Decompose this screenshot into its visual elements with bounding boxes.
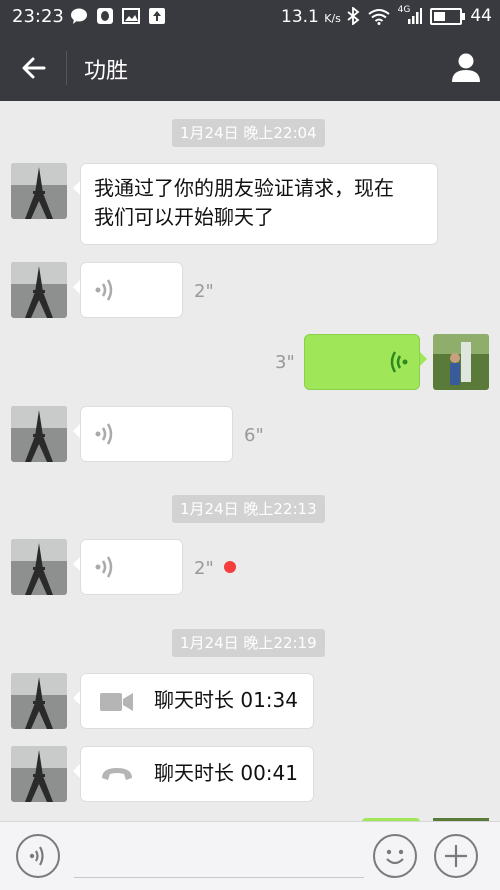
network-type: 4G	[397, 5, 411, 15]
voice-message-bubble[interactable]	[73, 406, 233, 462]
message-input[interactable]	[74, 877, 364, 878]
voice-wave-icon	[95, 423, 113, 445]
status-right: 4G 44	[346, 5, 492, 26]
voice-duration: 2"	[194, 558, 214, 579]
upload-icon	[149, 8, 165, 24]
input-bar	[0, 821, 500, 890]
chat-header: 功胜	[0, 34, 500, 101]
image-icon	[122, 8, 140, 24]
video-call-record[interactable]: 聊天时长 01:34	[73, 673, 314, 729]
user-photo-avatar-icon	[433, 334, 489, 390]
contact-avatar[interactable]	[11, 673, 67, 729]
voice-wave-icon	[95, 279, 113, 301]
my-voice-message-bubble[interactable]	[304, 334, 427, 390]
my-avatar[interactable]	[433, 334, 489, 390]
unread-indicator	[224, 561, 236, 573]
bluetooth-icon	[347, 7, 360, 25]
timestamp-badge: 1月24日 晚上22:13	[172, 495, 325, 523]
chat-area[interactable]: 1月24日 晚上22:04 我通过了你的朋友验证请求，现在 我们可以开始聊天了 …	[0, 101, 500, 823]
back-button[interactable]	[18, 52, 50, 84]
wifi-icon	[368, 8, 390, 25]
voice-wave-icon	[390, 351, 408, 373]
network-speed: 13.1 K/s	[281, 7, 341, 27]
plus-icon	[445, 845, 467, 867]
eiffel-tower-avatar-icon	[11, 673, 67, 729]
eiffel-tower-avatar-icon	[11, 262, 67, 318]
contact-avatar[interactable]	[11, 406, 67, 462]
message-bubble[interactable]: 我通过了你的朋友验证请求，现在 我们可以开始聊天了	[73, 163, 438, 245]
voice-input-button[interactable]	[16, 834, 60, 878]
contact-avatar[interactable]	[11, 746, 67, 802]
smiley-icon	[386, 849, 404, 865]
call-duration-label: 聊天时长 01:34	[154, 688, 298, 712]
status-bar: 23:23 13.1 K/s 4G 44	[0, 0, 500, 34]
chat-title: 功胜	[84, 59, 129, 84]
signal-icon	[408, 8, 423, 24]
eiffel-tower-avatar-icon	[11, 406, 67, 462]
voice-message-bubble[interactable]	[73, 539, 183, 595]
battery-level: 44	[470, 6, 492, 26]
contact-avatar[interactable]	[11, 163, 67, 219]
contact-avatar[interactable]	[11, 539, 67, 595]
eiffel-tower-avatar-icon	[11, 163, 67, 219]
voice-duration: 6"	[244, 425, 264, 446]
eiffel-tower-avatar-icon	[11, 746, 67, 802]
voice-duration: 2"	[194, 281, 214, 302]
voice-duration: 3"	[275, 352, 295, 373]
contact-avatar[interactable]	[11, 262, 67, 318]
timestamp-badge: 1月24日 晚上22:04	[172, 119, 325, 147]
qq-icon	[97, 8, 113, 24]
battery-icon	[430, 7, 466, 25]
more-button[interactable]	[434, 834, 478, 878]
voice-message-bubble[interactable]	[73, 262, 183, 318]
profile-button[interactable]	[448, 49, 484, 85]
voice-wave-icon	[29, 846, 44, 866]
chat-bubble-icon	[71, 8, 87, 24]
call-duration-label: 聊天时长 00:41	[154, 761, 298, 785]
eiffel-tower-avatar-icon	[11, 539, 67, 595]
voice-call-record[interactable]: 聊天时长 00:41	[73, 746, 314, 802]
message-text: 我通过了你的朋友验证请求，现在 我们可以开始聊天了	[94, 176, 394, 229]
notification-icons	[70, 7, 166, 25]
video-camera-icon	[100, 693, 133, 711]
status-time: 23:23	[12, 6, 64, 27]
header-divider	[66, 51, 67, 85]
voice-wave-icon	[95, 556, 113, 578]
phone-handset-icon	[102, 768, 132, 780]
emoji-button[interactable]	[373, 834, 417, 878]
timestamp-badge: 1月24日 晚上22:19	[172, 629, 325, 657]
